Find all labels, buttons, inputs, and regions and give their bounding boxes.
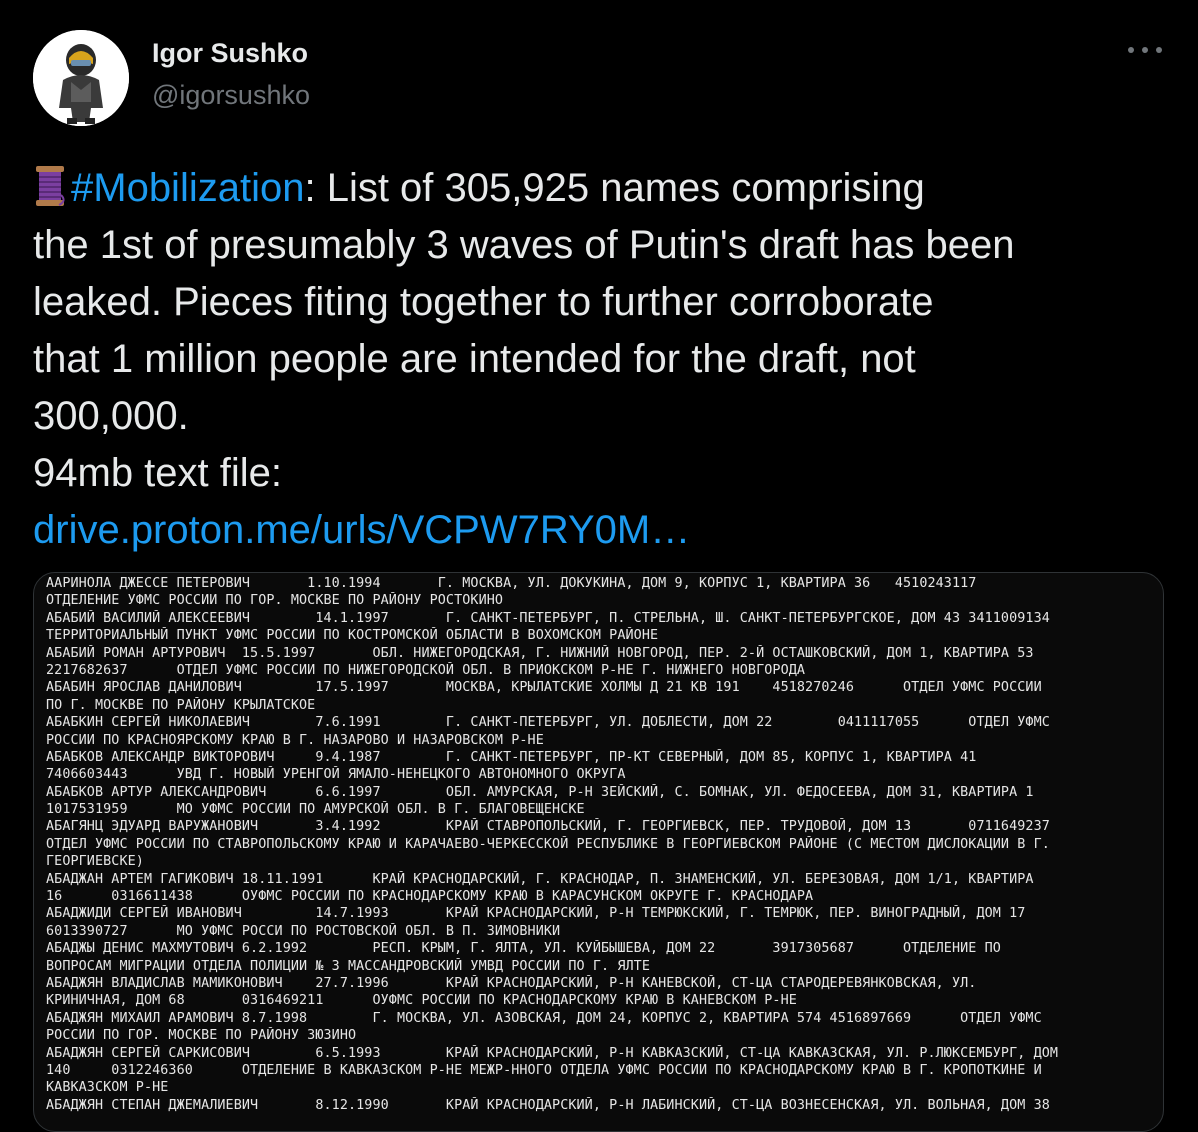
document-line: АБАБИЙ РОМАН АРТУРОВИЧ 15.5.1997 ОБЛ. НИ… (46, 645, 1034, 661)
tweet-text-segment: : List of 305,925 names comprising (304, 166, 925, 210)
dot (1156, 47, 1162, 53)
drive-link[interactable]: drive.proton.me/urls/VCPW7RY0M… (33, 502, 1173, 559)
document-line: ТЕРРИТОРИАЛЬНЫЙ ПУНКТ УФМС РОССИИ ПО КОС… (46, 628, 659, 644)
document-line: АБАДЖЯН МИХАИЛ АРАМОВИЧ 8.7.1998 Г. МОСК… (46, 1010, 1042, 1026)
document-line: 16 0316611438 ОУФМС РОССИИ ПО КРАСНОДАРС… (46, 889, 814, 905)
document-line: 140 0312246360 ОТДЕЛЕНИЕ В КАВКАЗСКОМ Р-… (46, 1062, 1042, 1078)
tweet-line: 300,000. (33, 394, 189, 438)
avatar[interactable] (33, 30, 129, 126)
tweet-line: the 1st of presumably 3 waves of Putin's… (33, 223, 1015, 267)
document-line: АБАГЯНЦ ЭДУАРД ВАРУЖАНОВИЧ 3.4.1992 КРАЙ… (46, 819, 1050, 835)
document-line: АБАДЖЯН ВЛАДИСЛАВ МАМИКОНОВИЧ 27.7.1996 … (46, 975, 977, 991)
document-line: ГЕОРГИЕВСКЕ) (46, 854, 144, 870)
document-line: АБАДЖЯН СТЕПАН ДЖЕМАЛИЕВИЧ 8.12.1990 КРА… (46, 1097, 1050, 1113)
document-line: 1017531959 МО УФМС РОССИИ ПО АМУРСКОЙ ОБ… (46, 802, 585, 818)
more-dots-icon[interactable] (1128, 40, 1162, 60)
tweet-line: that 1 million people are intended for t… (33, 337, 916, 381)
document-line: АБАДЖЯН СЕРГЕЙ САРКИСОВИЧ 6.5.1993 КРАЙ … (46, 1045, 1059, 1061)
dot (1128, 47, 1134, 53)
document-line: КАВКАЗСКОМ Р-НЕ (46, 1080, 169, 1096)
document-line: АБАДЖАН АРТЕМ ГАГИКОВИЧ 18.11.1991 КРАЙ … (46, 871, 1034, 887)
avatar-racer-icon (33, 30, 129, 126)
author-name[interactable]: Igor Sushko (152, 38, 308, 69)
document-line: АБАДЖИДИ СЕРГЕЙ ИВАНОВИЧ 14.7.1993 КРАЙ … (46, 906, 1026, 922)
document-line: АБАБКОВ АЛЕКСАНДР ВИКТОРОВИЧ 9.4.1987 Г.… (46, 749, 977, 765)
document-text: ААРИНОЛА ДЖЕССЕ ПЕТЕРОВИЧ 1.10.1994 Г. М… (46, 575, 1153, 1114)
document-line: 2217682637 ОТДЕЛ УФМС РОССИИ ПО НИЖЕГОРО… (46, 662, 806, 678)
attached-image[interactable]: ААРИНОЛА ДЖЕССЕ ПЕТЕРОВИЧ 1.10.1994 Г. М… (33, 572, 1164, 1132)
tweet-line-1: #Mobilization: List of 305,925 names com… (33, 160, 1173, 217)
document-line: ВОПРОСАМ МИГРАЦИИ ОТДЕЛА ПОЛИЦИИ № 3 МАС… (46, 958, 650, 974)
tweet-line: leaked. Pieces fiting together to furthe… (33, 280, 934, 324)
document-line: АБАБКИН СЕРГЕЙ НИКОЛАЕВИЧ 7.6.1991 Г. СА… (46, 715, 1050, 731)
document-line: АБАДЖЫ ДЕНИС МАХМУТОВИЧ 6.2.1992 РЕСП. К… (46, 941, 1001, 957)
document-line: ПО Г. МОСКВЕ ПО РАЙОНУ КРЫЛАТСКОЕ (46, 697, 316, 713)
document-line: КРИНИЧНАЯ, ДОМ 68 0316469211 ОУФМС РОССИ… (46, 993, 797, 1009)
document-line: АБАБИЙ ВАСИЛИЙ АЛЕКСЕЕВИЧ 14.1.1997 Г. С… (46, 610, 1050, 626)
document-line: АБАБИН ЯРОСЛАВ ДАНИЛОВИЧ 17.5.1997 МОСКВ… (46, 680, 1042, 696)
document-line: 7406603443 УВД Г. НОВЫЙ УРЕНГОЙ ЯМАЛО-НЕ… (46, 767, 626, 783)
document-line: ААРИНОЛА ДЖЕССЕ ПЕТЕРОВИЧ 1.10.1994 Г. М… (46, 576, 977, 591)
dot (1142, 47, 1148, 53)
document-line: АБАБКОВ АРТУР АЛЕКСАНДРОВИЧ 6.6.1997 ОБЛ… (46, 784, 1034, 800)
tweet-line: 94mb text file: (33, 451, 283, 495)
document-line: 6013390727 МО УФМС РОССИ ПО РОСТОВСКОЙ О… (46, 923, 561, 939)
hashtag-link[interactable]: #Mobilization (71, 166, 304, 210)
author-handle[interactable]: @igorsushko (152, 80, 310, 111)
spool-of-thread-icon (36, 166, 65, 206)
document-line: РОССИИ ПО ГОР. МОСКВЕ ПО РАЙОНУ ЗЮЗИНО (46, 1028, 357, 1044)
tweet-text: #Mobilization: List of 305,925 names com… (33, 160, 1173, 559)
document-line: ОТДЕЛЕНИЕ УФМС РОССИИ ПО ГОР. МОСКВЕ ПО … (46, 593, 504, 609)
document-line: РОССИИ ПО КРАСНОЯРСКОМУ КРАЮ В Г. НАЗАРО… (46, 732, 544, 748)
document-line: ОТДЕЛ УФМС РОССИИ ПО СТАВРОПОЛЬСКОМУ КРА… (46, 836, 1050, 852)
